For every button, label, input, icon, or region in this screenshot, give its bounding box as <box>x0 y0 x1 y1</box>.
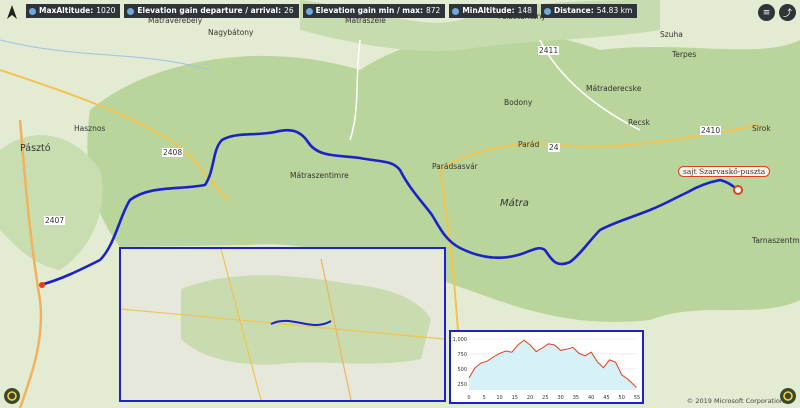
info-icon <box>305 7 313 15</box>
overview-map[interactable] <box>119 247 446 402</box>
town-label: Mátraszentimre <box>290 171 349 180</box>
profile-y-tick-label: 1,000 <box>453 337 467 343</box>
profile-y-tick-label: 500 <box>457 367 467 373</box>
profile-x-tick-label: 20 <box>527 395 533 401</box>
copyright-text: © 2019 Microsoft Corporation <box>686 397 784 405</box>
start-marker <box>39 282 45 288</box>
profile-area <box>469 340 637 390</box>
town-label: Mátraszele <box>345 16 386 25</box>
profile-x-tick-label: 5 <box>483 395 486 401</box>
profile-x-tick-label: 0 <box>467 395 470 401</box>
town-label: Hasznos <box>74 124 106 133</box>
profile-y-tick-label: 750 <box>457 352 467 358</box>
elevation-profile[interactable]: 250 500 750 1,000 0 5 10 15 20 25 30 35 40 45 50 55 <box>449 330 644 404</box>
road-label: 2408 <box>162 148 184 157</box>
compass-icon[interactable] <box>6 4 18 19</box>
stat-max-altitude: MaxAltitude: 1020 <box>26 4 121 18</box>
profile-x-tick-label: 35 <box>573 395 579 401</box>
road-label: 24 <box>548 143 560 152</box>
town-label: Parádsasvár <box>432 162 478 171</box>
town-label: Terpes <box>672 50 697 59</box>
town-label: Recsk <box>628 118 650 127</box>
profile-x-tick-label: 50 <box>619 395 625 401</box>
profile-y-ticks: 250 500 750 1,000 <box>453 337 467 388</box>
profile-x-tick-label: 25 <box>542 395 548 401</box>
town-label: Parád <box>518 140 540 149</box>
town-label: Szuha <box>660 30 683 39</box>
town-label: Tarnaszentmária <box>752 236 800 245</box>
town-label: Sirok <box>752 124 771 133</box>
menu-button[interactable]: ≡ <box>758 4 775 21</box>
end-marker <box>733 185 743 195</box>
profile-x-tick-label: 45 <box>603 395 609 401</box>
road-label: 2410 <box>700 126 722 135</box>
town-label: Mátraderecske <box>586 84 642 93</box>
profile-y-tick-label: 250 <box>457 382 467 388</box>
town-label: Pásztó <box>20 143 51 154</box>
town-label: Felsőtárkány <box>498 12 546 21</box>
profile-x-tick-label: 10 <box>496 395 502 401</box>
stat-distance: Distance: 54.83 km <box>540 4 638 18</box>
info-icon <box>127 7 135 15</box>
profile-x-tick-label: 15 <box>512 395 518 401</box>
profile-x-tick-label: 30 <box>557 395 563 401</box>
share-button[interactable]: ⤴ <box>779 4 796 21</box>
town-label: Mátraverebély <box>148 16 203 25</box>
info-icon <box>452 7 460 15</box>
profile-x-ticks: 0 5 10 15 20 25 30 35 40 45 50 55 <box>467 395 640 401</box>
profile-x-tick-label: 40 <box>588 395 594 401</box>
road-label: 2407 <box>44 216 66 225</box>
poi-label[interactable]: sajt Szarvaskő-puszta <box>678 166 771 177</box>
road-label: 2411 <box>538 46 560 55</box>
info-icon <box>29 7 36 15</box>
profile-x-tick-label: 55 <box>634 395 640 401</box>
zoom-out-button[interactable] <box>4 388 20 404</box>
town-label: Mátra <box>500 198 529 209</box>
town-label: Bodony <box>504 98 533 107</box>
town-label: Nagybátony <box>208 28 254 37</box>
